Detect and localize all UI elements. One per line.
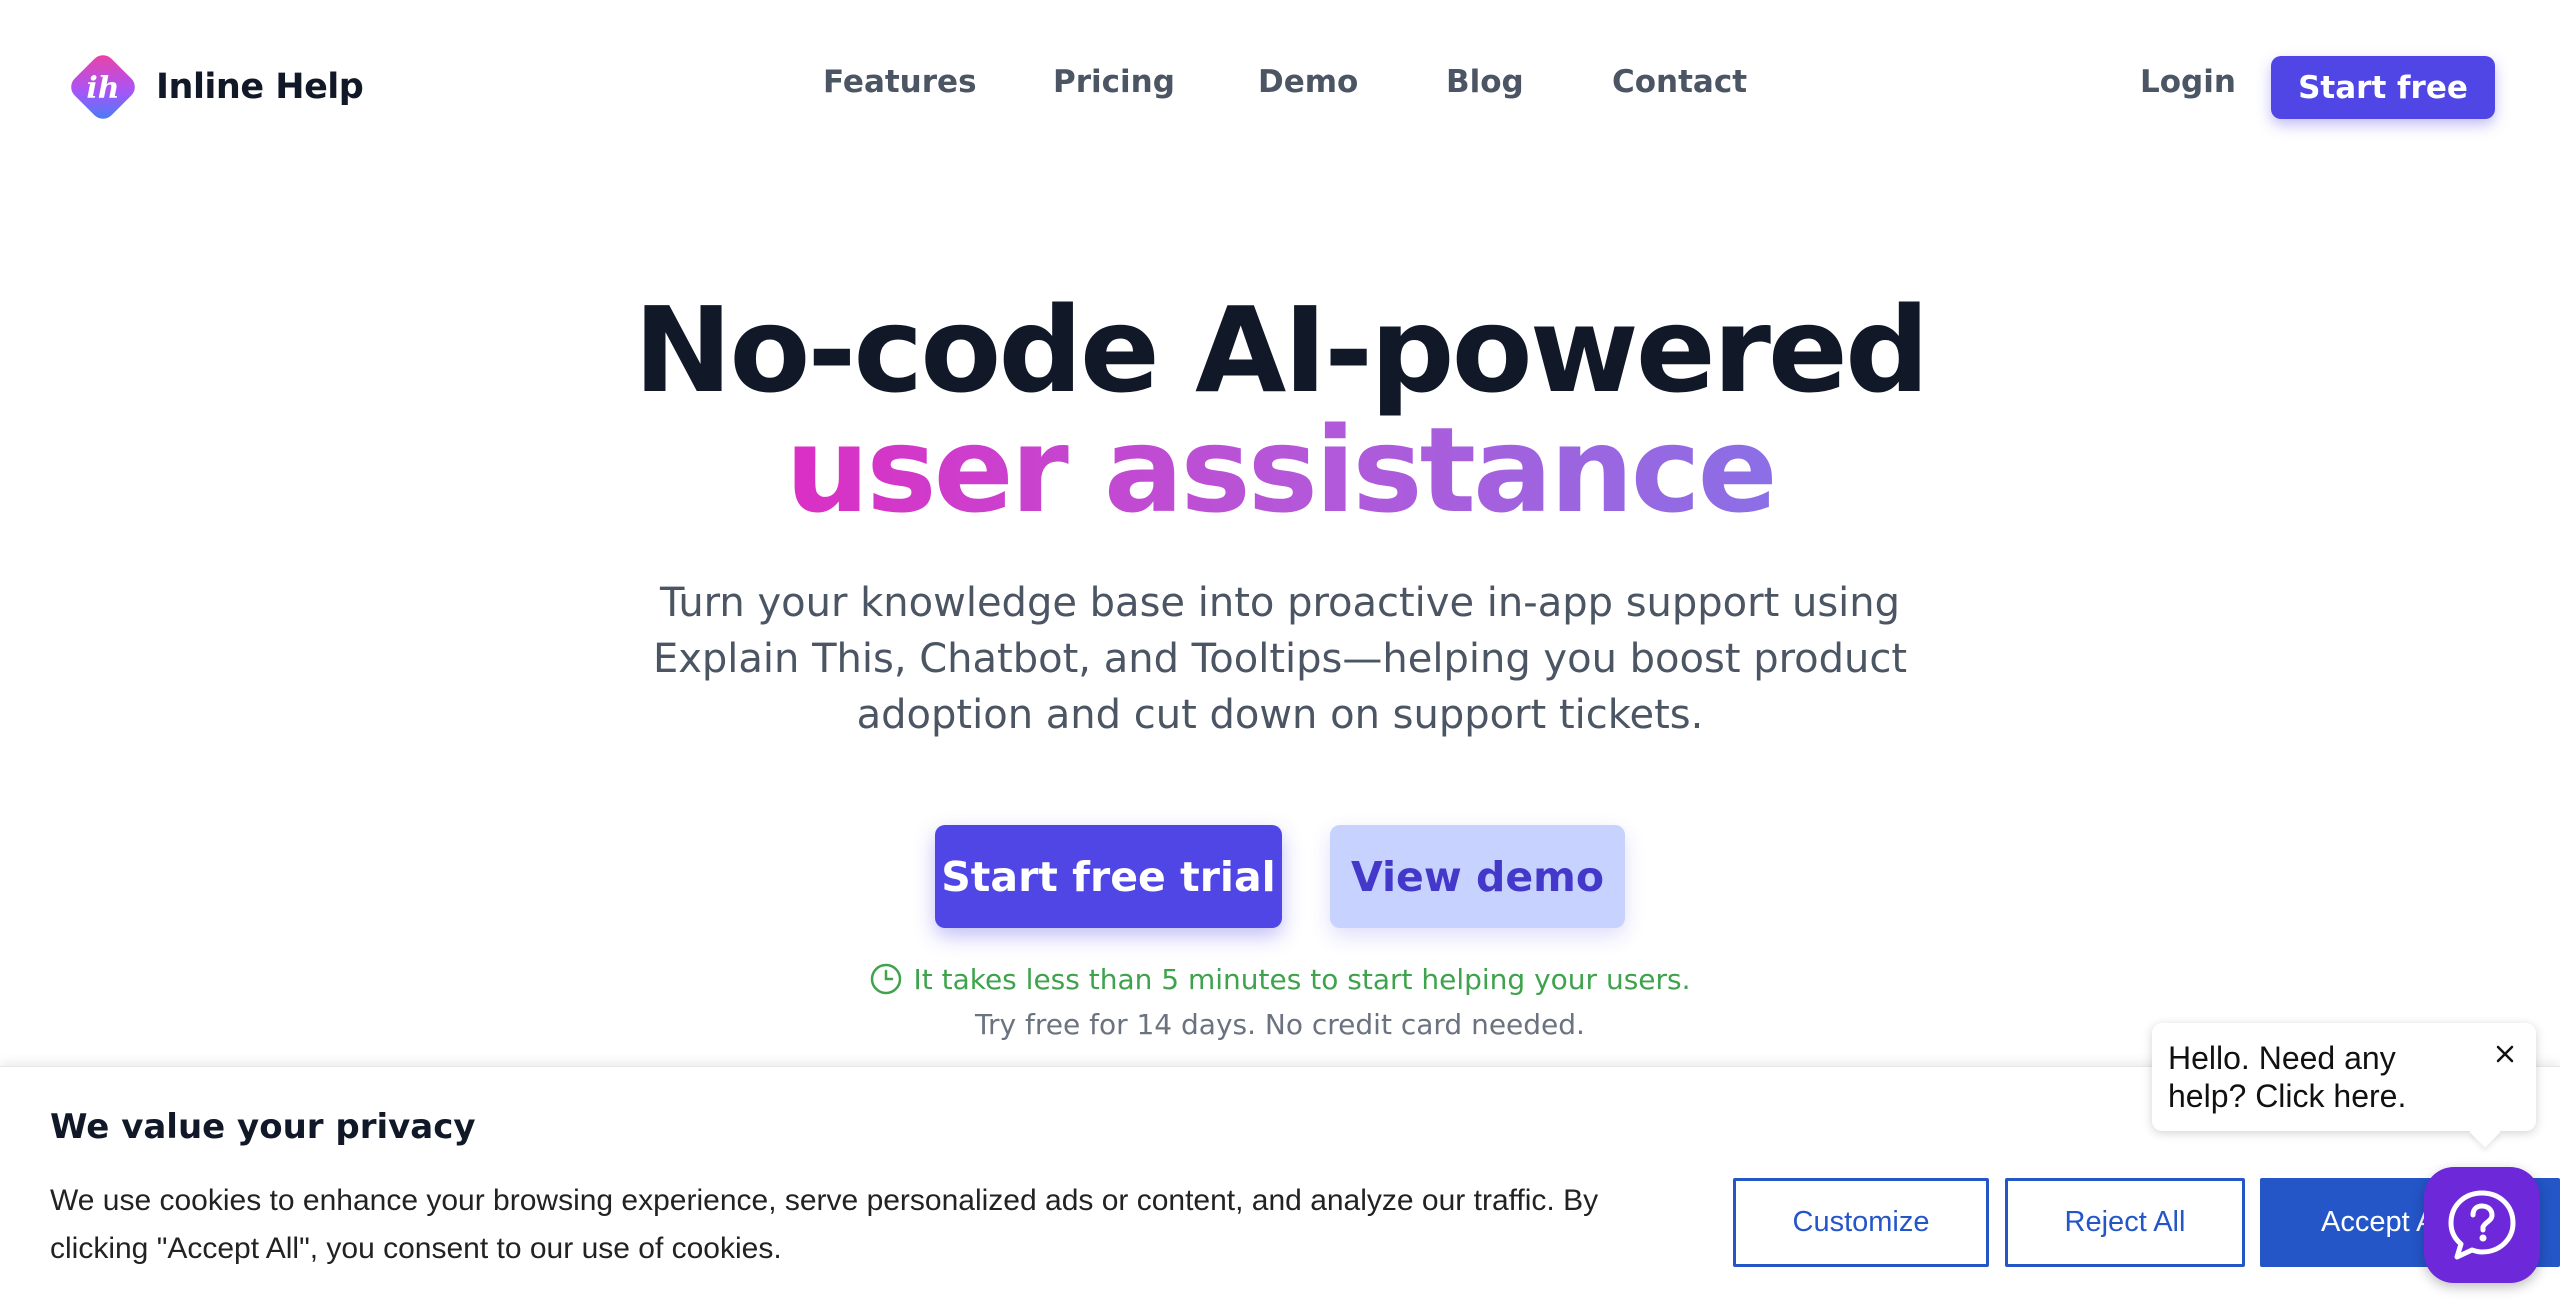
hero-title-gradient-text: user assistance	[785, 401, 1777, 539]
login-link[interactable]: Login	[2140, 64, 2236, 100]
customize-button[interactable]: Customize	[1733, 1178, 1989, 1267]
cookie-text: We use cookies to enhance your browsing …	[50, 1184, 1599, 1265]
nav-item-features[interactable]: Features	[823, 64, 977, 100]
site-header: ih Inline Help Features Pricing Demo Blo…	[0, 0, 2560, 175]
nav-item-blog[interactable]: Blog	[1446, 64, 1524, 100]
start-free-trial-button[interactable]: Start free trial	[935, 825, 1282, 928]
hero-subtitle: Turn your knowledge base into proactive …	[652, 580, 1908, 738]
reject-all-button[interactable]: Reject All	[2005, 1178, 2245, 1267]
nav-item-pricing[interactable]: Pricing	[1053, 64, 1175, 100]
setup-time-text: It takes less than 5 minutes to start he…	[913, 962, 1691, 996]
start-free-button[interactable]: Start free	[2271, 56, 2495, 119]
clock-icon	[871, 963, 902, 995]
close-icon[interactable]	[2492, 1041, 2518, 1067]
setup-time-note: It takes less than 5 minutes to start he…	[0, 962, 2560, 996]
help-bubble[interactable]: Hello. Need any help? Click here.	[2152, 1023, 2536, 1131]
cookie-title: We value your privacy	[50, 1107, 476, 1147]
nav-item-contact[interactable]: Contact	[1612, 64, 1747, 100]
question-chat-icon	[2448, 1190, 2516, 1260]
view-demo-button[interactable]: View demo	[1330, 825, 1625, 928]
help-launcher-button[interactable]	[2424, 1167, 2540, 1283]
hero-title-highlight: user assistance	[0, 398, 2560, 542]
help-bubble-text: Hello. Need any help? Click here.	[2168, 1040, 2407, 1114]
nav-item-demo[interactable]: Demo	[1258, 64, 1358, 100]
